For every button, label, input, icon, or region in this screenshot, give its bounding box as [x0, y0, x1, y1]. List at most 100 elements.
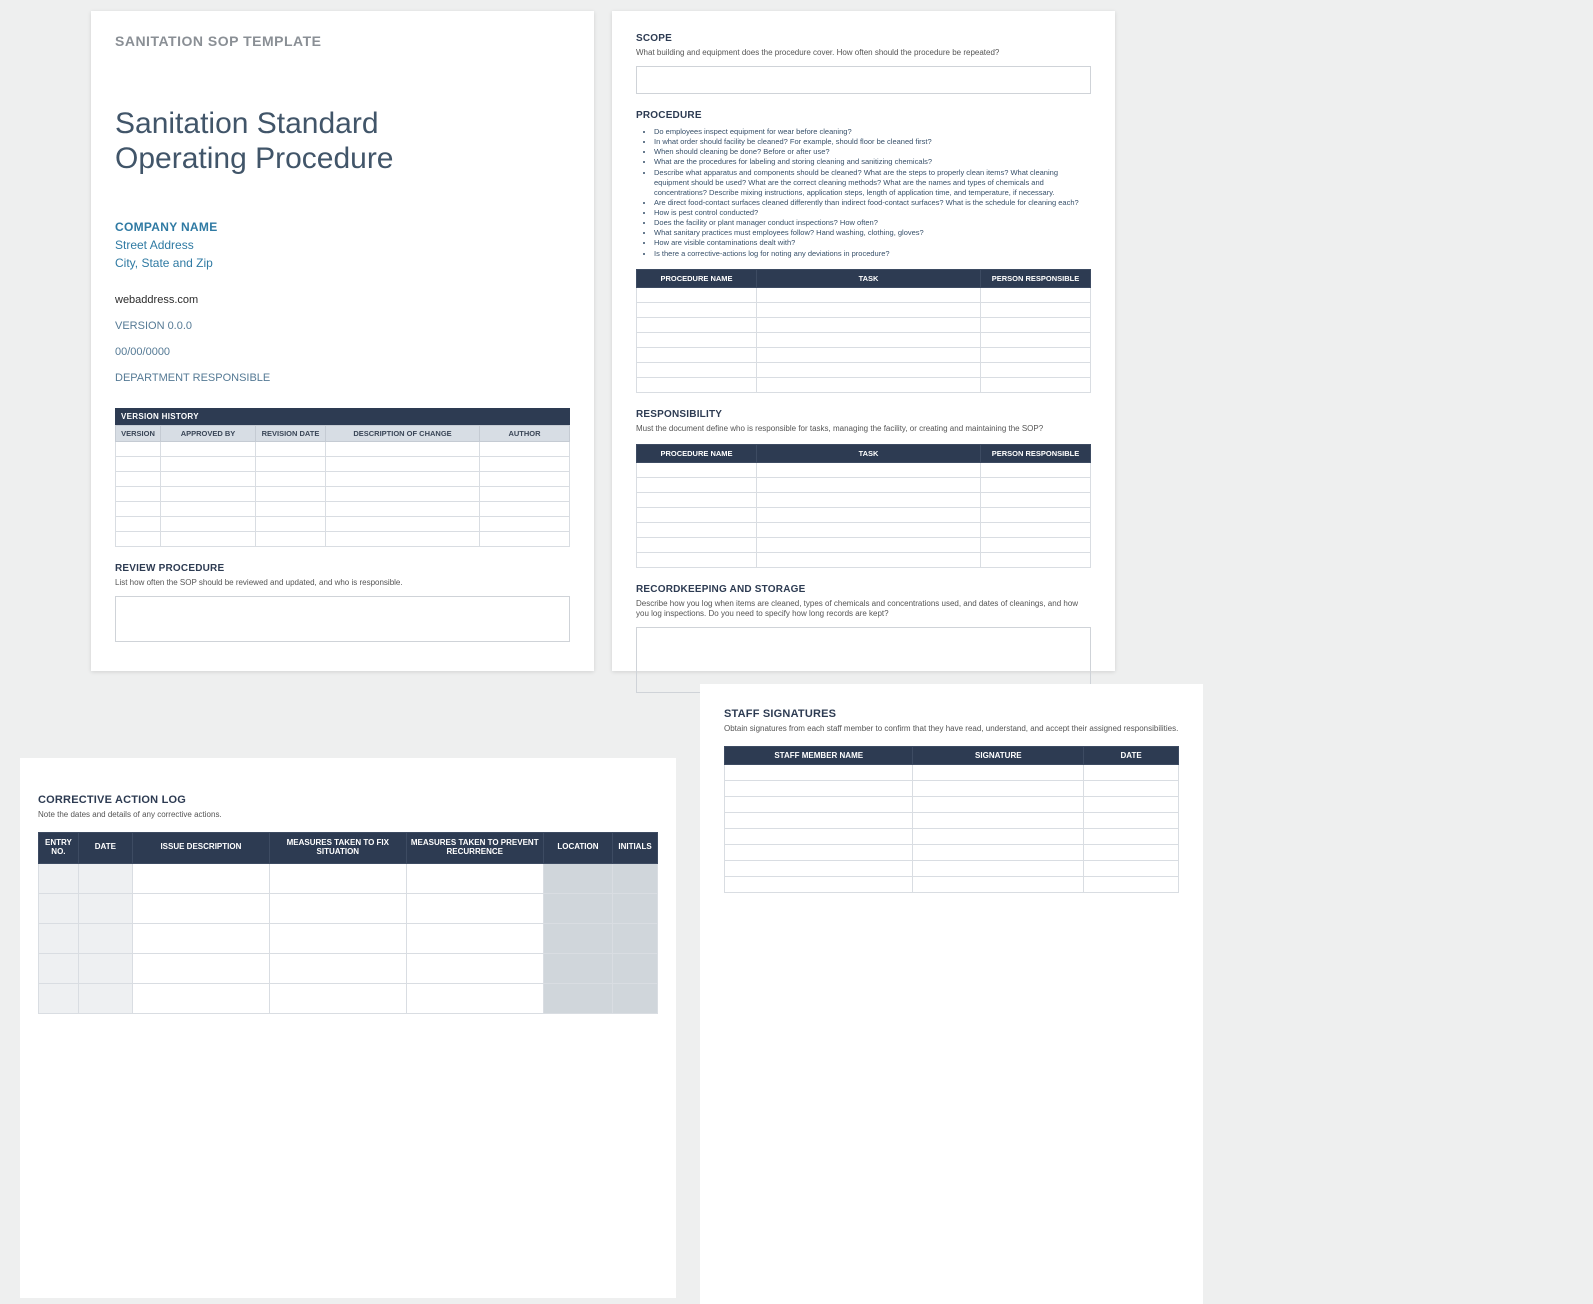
- table-cell[interactable]: [132, 983, 269, 1013]
- table-cell[interactable]: [406, 953, 543, 983]
- table-cell[interactable]: [981, 287, 1091, 302]
- table-cell[interactable]: [757, 477, 981, 492]
- table-cell[interactable]: [1084, 781, 1179, 797]
- table-cell[interactable]: [757, 332, 981, 347]
- table-cell[interactable]: [269, 953, 406, 983]
- table-cell[interactable]: [326, 487, 480, 502]
- table-cell[interactable]: [161, 457, 256, 472]
- table-cell[interactable]: [981, 332, 1091, 347]
- table-cell[interactable]: [1084, 845, 1179, 861]
- table-cell[interactable]: [116, 472, 161, 487]
- table-cell[interactable]: [269, 923, 406, 953]
- table-cell[interactable]: [725, 861, 913, 877]
- table-cell[interactable]: [725, 797, 913, 813]
- table-cell[interactable]: [116, 487, 161, 502]
- table-cell[interactable]: [757, 302, 981, 317]
- table-cell[interactable]: [637, 302, 757, 317]
- table-cell[interactable]: [39, 983, 79, 1013]
- table-cell[interactable]: [981, 477, 1091, 492]
- table-cell[interactable]: [256, 442, 326, 457]
- table-cell[interactable]: [39, 893, 79, 923]
- table-cell[interactable]: [116, 442, 161, 457]
- table-cell[interactable]: [613, 953, 658, 983]
- table-cell[interactable]: [39, 953, 79, 983]
- table-cell[interactable]: [981, 507, 1091, 522]
- table-cell[interactable]: [637, 332, 757, 347]
- table-cell[interactable]: [757, 347, 981, 362]
- table-cell[interactable]: [757, 462, 981, 477]
- table-cell[interactable]: [269, 983, 406, 1013]
- table-cell[interactable]: [637, 287, 757, 302]
- table-cell[interactable]: [637, 522, 757, 537]
- table-cell[interactable]: [543, 923, 612, 953]
- table-cell[interactable]: [981, 302, 1091, 317]
- review-procedure-input[interactable]: [115, 596, 570, 642]
- table-cell[interactable]: [116, 457, 161, 472]
- table-cell[interactable]: [981, 377, 1091, 392]
- table-cell[interactable]: [256, 457, 326, 472]
- table-cell[interactable]: [913, 829, 1084, 845]
- table-cell[interactable]: [480, 502, 570, 517]
- table-cell[interactable]: [116, 502, 161, 517]
- table-cell[interactable]: [256, 532, 326, 547]
- table-cell[interactable]: [725, 845, 913, 861]
- table-cell[interactable]: [161, 442, 256, 457]
- table-cell[interactable]: [637, 552, 757, 567]
- table-cell[interactable]: [480, 442, 570, 457]
- table-cell[interactable]: [256, 502, 326, 517]
- table-cell[interactable]: [1084, 813, 1179, 829]
- table-cell[interactable]: [406, 863, 543, 893]
- table-cell[interactable]: [725, 765, 913, 781]
- table-cell[interactable]: [1084, 797, 1179, 813]
- table-cell[interactable]: [913, 845, 1084, 861]
- table-cell[interactable]: [1084, 829, 1179, 845]
- table-cell[interactable]: [981, 537, 1091, 552]
- table-cell[interactable]: [613, 863, 658, 893]
- table-cell[interactable]: [981, 347, 1091, 362]
- table-cell[interactable]: [613, 923, 658, 953]
- table-cell[interactable]: [326, 532, 480, 547]
- table-cell[interactable]: [480, 487, 570, 502]
- table-cell[interactable]: [757, 317, 981, 332]
- table-cell[interactable]: [116, 517, 161, 532]
- table-cell[interactable]: [613, 983, 658, 1013]
- table-cell[interactable]: [543, 863, 612, 893]
- table-cell[interactable]: [132, 893, 269, 923]
- table-cell[interactable]: [269, 893, 406, 923]
- table-cell[interactable]: [725, 877, 913, 893]
- table-cell[interactable]: [757, 552, 981, 567]
- table-cell[interactable]: [78, 863, 132, 893]
- table-cell[interactable]: [637, 477, 757, 492]
- table-cell[interactable]: [543, 893, 612, 923]
- table-cell[interactable]: [757, 537, 981, 552]
- table-cell[interactable]: [1084, 765, 1179, 781]
- table-cell[interactable]: [913, 877, 1084, 893]
- table-cell[interactable]: [613, 893, 658, 923]
- table-cell[interactable]: [256, 487, 326, 502]
- table-cell[interactable]: [161, 532, 256, 547]
- table-cell[interactable]: [637, 492, 757, 507]
- table-cell[interactable]: [256, 472, 326, 487]
- table-cell[interactable]: [543, 953, 612, 983]
- table-cell[interactable]: [161, 517, 256, 532]
- table-cell[interactable]: [480, 532, 570, 547]
- table-cell[interactable]: [637, 362, 757, 377]
- table-cell[interactable]: [757, 507, 981, 522]
- table-cell[interactable]: [913, 781, 1084, 797]
- table-cell[interactable]: [757, 522, 981, 537]
- table-cell[interactable]: [981, 492, 1091, 507]
- table-cell[interactable]: [1084, 861, 1179, 877]
- table-cell[interactable]: [78, 923, 132, 953]
- table-cell[interactable]: [406, 923, 543, 953]
- table-cell[interactable]: [326, 442, 480, 457]
- table-cell[interactable]: [132, 863, 269, 893]
- table-cell[interactable]: [725, 781, 913, 797]
- table-cell[interactable]: [757, 377, 981, 392]
- table-cell[interactable]: [913, 765, 1084, 781]
- table-cell[interactable]: [637, 377, 757, 392]
- table-cell[interactable]: [406, 983, 543, 1013]
- recordkeeping-input[interactable]: [636, 627, 1091, 693]
- table-cell[interactable]: [637, 507, 757, 522]
- table-cell[interactable]: [981, 552, 1091, 567]
- table-cell[interactable]: [637, 537, 757, 552]
